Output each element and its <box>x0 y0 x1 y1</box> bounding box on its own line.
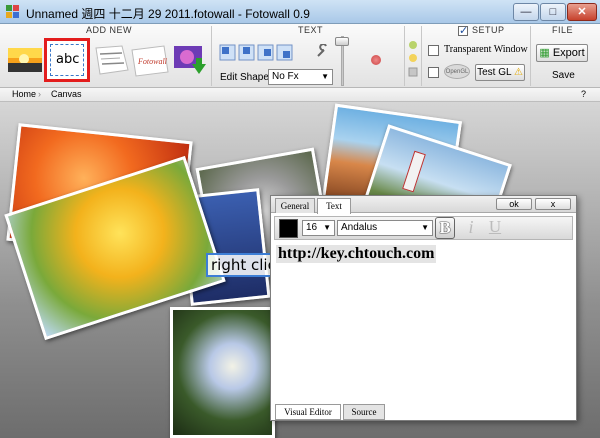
picture-icon <box>8 48 42 72</box>
opacity-slider-handle[interactable] <box>335 37 349 46</box>
transparent-window-checkbox[interactable] <box>428 45 439 56</box>
chevron-down-icon: ▼ <box>321 72 329 81</box>
breadcrumb: Home › Canvas ? <box>0 88 600 102</box>
maximize-button[interactable]: □ <box>540 3 566 21</box>
opengl-checkbox[interactable] <box>428 67 439 78</box>
section-divider <box>404 26 405 86</box>
fotowall-app-icon <box>6 5 19 18</box>
text-editor-dialog: General Text ok x 16 ▼ Andalus ▼ B i U h… <box>270 195 577 421</box>
tab-source[interactable]: Source <box>343 404 385 420</box>
tab-text[interactable]: Text <box>317 198 351 214</box>
wrench-icon[interactable] <box>316 44 330 58</box>
warning-icon: ⚠ <box>513 67 523 78</box>
wordcloud-icon <box>95 45 129 75</box>
window-title: Unnamed 週四 十二月 29 2011.fotowall - Fotowa… <box>26 7 310 21</box>
font-family-value: Andalus <box>341 222 378 233</box>
minimize-button[interactable]: — <box>513 3 539 21</box>
fx-select[interactable]: No Fx ▼ <box>268 69 333 85</box>
section-divider <box>211 26 212 86</box>
transparent-window-label: Transparent Window <box>444 44 528 55</box>
align-center-icon[interactable] <box>238 44 255 61</box>
chevron-down-icon: ▼ <box>323 223 331 232</box>
underline-button[interactable]: U <box>485 217 505 239</box>
add-fotowall-button[interactable]: Fotowall <box>130 38 170 80</box>
bold-button[interactable]: B <box>435 217 455 239</box>
align-justify-icon[interactable] <box>276 44 293 61</box>
export-icon: ▦ <box>539 47 550 59</box>
canvas-text-item[interactable]: right clic <box>206 253 272 277</box>
rich-text-editor[interactable]: http://key.chtouch.com <box>274 242 573 402</box>
align-buttons-group <box>219 44 293 66</box>
align-left-icon[interactable] <box>219 44 236 61</box>
dialog-close-button[interactable]: x <box>535 198 571 210</box>
setup-checkbox[interactable] <box>458 24 468 37</box>
breadcrumb-home[interactable]: Home <box>12 89 36 99</box>
lighthouse-shape <box>402 150 426 193</box>
fotowall-logo-icon: Fotowall <box>131 45 169 77</box>
ribbon-toolbar: ADD NEW TEXT SETUP FILE abc Fotowall <box>0 24 600 88</box>
format-toolbar: 16 ▼ Andalus ▼ B i U <box>274 216 573 240</box>
add-picture-button[interactable] <box>6 38 46 80</box>
title-bar: Unnamed 週四 十二月 29 2011.fotowall - Fotowa… <box>0 0 600 24</box>
add-wordcloud-button[interactable] <box>92 38 132 80</box>
export-button[interactable]: ▦ Export <box>536 44 588 62</box>
font-family-select[interactable]: Andalus ▼ <box>337 220 433 236</box>
tab-visual-editor[interactable]: Visual Editor <box>275 404 341 420</box>
tab-general[interactable]: General <box>275 198 315 213</box>
align-right-icon[interactable] <box>257 44 274 61</box>
add-text-button[interactable]: abc <box>44 38 90 82</box>
svg-text:Fotowall: Fotowall <box>137 57 168 66</box>
color-dot-icon[interactable] <box>371 55 381 65</box>
editor-content[interactable]: http://key.chtouch.com <box>276 245 437 263</box>
italic-button[interactable]: i <box>461 217 481 239</box>
test-gl-button[interactable]: Test GL ⚠ <box>475 64 525 81</box>
font-size-select[interactable]: 16 ▼ <box>302 220 335 236</box>
section-title-file: FILE <box>552 25 574 35</box>
fx-select-value: No Fx <box>272 71 299 82</box>
help-button[interactable]: ? <box>581 89 586 99</box>
font-size-value: 16 <box>306 222 318 233</box>
text-color-swatch[interactable] <box>279 219 298 238</box>
add-web-picture-button[interactable] <box>170 38 210 80</box>
opengl-logo-icon: OpenGL <box>444 64 470 79</box>
close-button[interactable]: ✕ <box>567 3 597 21</box>
photo-hydrangea[interactable] <box>170 307 275 438</box>
test-gl-label: Test GL <box>477 67 512 78</box>
section-divider <box>421 26 422 86</box>
edit-shape-label: Edit Shape <box>220 72 269 83</box>
chevron-down-icon: ▼ <box>421 223 429 232</box>
section-divider <box>530 26 531 86</box>
text-effects-icons[interactable] <box>407 40 419 80</box>
ok-button[interactable]: ok <box>496 198 532 210</box>
save-label[interactable]: Save <box>552 70 575 81</box>
export-label: Export <box>552 47 585 59</box>
section-title-setup: SETUP <box>472 25 505 35</box>
download-picture-icon <box>174 46 206 74</box>
breadcrumb-canvas[interactable]: Canvas <box>51 89 82 99</box>
section-title-add-new: ADD NEW <box>86 25 132 35</box>
dialog-header: General Text ok x <box>271 196 576 214</box>
abc-label: abc <box>56 52 80 67</box>
breadcrumb-separator-icon: › <box>38 89 41 99</box>
section-title-text: TEXT <box>298 25 324 35</box>
